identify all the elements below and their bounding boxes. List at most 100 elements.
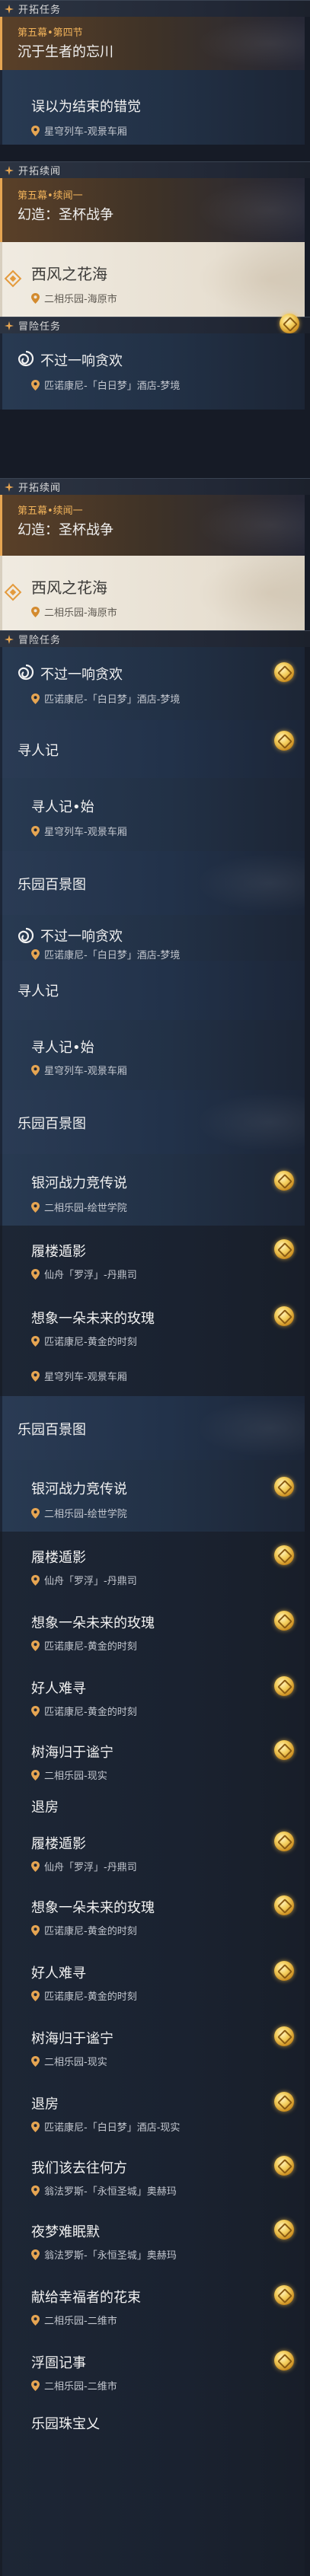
quest-title: 退房	[31, 1800, 59, 1816]
location-text: 二相乐园-绘世学院	[44, 1203, 127, 1214]
quest-group-seeker[interactable]: 寻人记	[0, 720, 305, 778]
location-text: 星穹列车-观景车厢	[44, 827, 127, 838]
quest-row-building[interactable]: 履楼遁影 仙舟「罗浮」-丹鼎司	[0, 1226, 305, 1293]
quest-row-checkout[interactable]: 退房	[0, 1789, 305, 1819]
section-adventure-mission: 冒险任务	[0, 630, 310, 647]
location-text: 匹诺康尼-「白日梦」酒店-现实	[44, 2122, 181, 2134]
trailblaze-star-icon	[5, 482, 14, 492]
quest-row-rose[interactable]: 想象一朵未来的玫瑰 匹诺康尼-黄金的时刻	[0, 1597, 305, 1663]
location-pin-icon	[31, 292, 40, 304]
quest-location: 仙舟「罗浮」-丹鼎司	[31, 1859, 137, 1873]
swirl-quest-icon	[18, 350, 34, 367]
reward-coin-icon	[274, 1961, 294, 1981]
quest-group-paradise[interactable]: 乐园百景图	[0, 1396, 305, 1460]
quest-title: 履楼遁影	[31, 1244, 86, 1260]
section-label: 冒险任务	[18, 635, 62, 646]
quest-row-continuance1[interactable]: 第五幕•续闻一 幻造：圣杯战争	[0, 178, 305, 242]
quest-row-west-wind[interactable]: 西风之花海 二相乐园-海原市	[0, 242, 305, 317]
location-text: 二相乐园-海原市	[44, 294, 117, 305]
quest-row-tree-sea[interactable]: 树海归于谧宁 二相乐园-现实	[0, 1728, 305, 1789]
location-pin-icon	[31, 1064, 40, 1076]
quest-row-seeker-begin[interactable]: 星穹列车-观景车厢	[0, 1358, 305, 1396]
reward-coin-icon	[274, 2351, 294, 2370]
location-pin-icon	[31, 1924, 40, 1936]
reward-coin-icon	[274, 731, 294, 751]
quest-row-act5[interactable]: 第五幕•第四节 沉于生者的忘川	[0, 17, 305, 70]
quest-location: 二相乐园-二维市	[31, 2378, 117, 2393]
reward-coin-icon	[274, 1306, 294, 1326]
quest-location: 匹诺康尼-「白日梦」酒店-梦境	[31, 691, 180, 706]
quest-location: 二相乐园-二维市	[31, 2313, 117, 2327]
quest-row-good-person[interactable]: 好人难寻 匹诺康尼-黄金的时刻	[0, 1947, 305, 2013]
quest-location: 二相乐园-海原市	[31, 604, 117, 619]
location-pin-icon	[31, 1705, 40, 1717]
quest-location: 星穹列车-观景车厢	[31, 1369, 127, 1383]
quest-row-not-fun[interactable]: 不过一响贪欢 匹诺康尼-「白日梦」酒店-梦境	[0, 333, 305, 410]
location-pin-icon	[31, 1268, 40, 1280]
adventure-star-icon	[5, 320, 14, 330]
quest-row-checkout[interactable]: 退房 匹诺康尼-「白日梦」酒店-现实	[0, 2078, 305, 2144]
tracking-diamond-icon	[4, 583, 22, 601]
location-text: 匹诺康尼-黄金的时刻	[44, 1337, 137, 1348]
location-text: 匹诺康尼-黄金的时刻	[44, 1641, 137, 1653]
quest-row-building[interactable]: 履楼遁影 仙舟「罗浮」-丹鼎司	[0, 1819, 305, 1882]
reward-coin-icon	[274, 1676, 294, 1696]
quest-row-good-person[interactable]: 好人难寻 匹诺康尼-黄金的时刻	[0, 1663, 305, 1728]
quest-row-not-fun[interactable]: 不过一响贪欢 匹诺康尼-「白日梦」酒店-梦境	[0, 915, 305, 961]
location-pin-icon	[31, 1769, 40, 1781]
quest-row-floating[interactable]: 浮圄记事 二相乐园-二维市	[0, 2337, 305, 2402]
adventure-star-icon	[5, 634, 14, 644]
quest-group-paradise[interactable]: 乐园百景图	[0, 851, 305, 915]
quest-group-title: 乐园百景图	[18, 877, 86, 893]
section-label: 开拓续闻	[18, 483, 62, 494]
quest-row-misperception[interactable]: 误以为结束的错觉 星穹列车-观景车厢	[0, 70, 305, 145]
quest-row-building[interactable]: 履楼遁影 仙舟「罗浮」-丹鼎司	[0, 1532, 305, 1597]
reward-coin-icon	[274, 1895, 294, 1915]
quest-row-where-go[interactable]: 我们该去往何方 翁法罗斯-「永恒圣城」奥赫玛	[0, 2144, 305, 2208]
quest-row-galaxy[interactable]: 银河战力竞传说 二相乐园-绘世学院	[0, 1460, 305, 1532]
trailblaze-star-icon	[5, 4, 14, 14]
quest-row-west-wind[interactable]: 西风之花海 二相乐园-海原市	[0, 556, 305, 630]
location-text: 翁法罗斯-「永恒圣城」奥赫玛	[44, 2250, 177, 2262]
quest-row-rose[interactable]: 想象一朵未来的玫瑰 匹诺康尼-黄金的时刻	[0, 1882, 305, 1947]
quest-title: 误以为结束的错觉	[31, 99, 141, 115]
quest-title: 退房	[31, 2096, 59, 2112]
quest-row-seeker-begin[interactable]: 寻人记•始 星穹列车-观景车厢	[0, 778, 305, 851]
reward-coin-icon	[274, 2092, 294, 2112]
section-label: 开拓续闻	[18, 166, 62, 177]
location-text: 二相乐园-现实	[44, 2057, 107, 2068]
location-text: 星穹列车-观景车厢	[44, 1066, 127, 1077]
quest-location: 二相乐园-绘世学院	[31, 1200, 127, 1214]
quest-location: 翁法罗斯-「永恒圣城」奥赫玛	[31, 2183, 177, 2198]
quest-group-paradise[interactable]: 乐园百景图	[0, 1090, 305, 1154]
quest-row-night-dream[interactable]: 夜梦难眠默 翁法罗斯-「永恒圣城」奥赫玛	[0, 2208, 305, 2272]
quest-group-seeker[interactable]: 寻人记	[0, 961, 305, 1020]
quest-location: 匹诺康尼-黄金的时刻	[31, 1704, 137, 1718]
quest-title: 沉于生者的忘川	[18, 44, 113, 60]
quest-row-not-fun[interactable]: 不过一响贪欢 匹诺康尼-「白日梦」酒店-梦境	[0, 647, 305, 720]
row-emblem	[190, 1090, 305, 1154]
quest-location: 二相乐园-现实	[31, 1768, 107, 1782]
quest-row-seeker-begin[interactable]: 寻人记•始 星穹列车-观景车厢	[0, 1020, 305, 1090]
quest-location: 匹诺康尼-「白日梦」酒店-梦境	[31, 947, 180, 961]
quest-title: 乐园珠宝乂	[31, 2416, 100, 2432]
location-text: 匹诺康尼-黄金的时刻	[44, 1991, 137, 2003]
location-text: 二相乐园-二维市	[44, 2316, 117, 2327]
location-pin-icon	[31, 125, 40, 136]
quest-row-rose[interactable]: 想象一朵未来的玫瑰 匹诺康尼-黄金的时刻	[0, 1293, 305, 1358]
quest-row-galaxy[interactable]: 银河战力竞传说 二相乐园-绘世学院	[0, 1154, 305, 1226]
location-pin-icon	[31, 2314, 40, 2326]
location-text: 二相乐园-二维市	[44, 2381, 117, 2393]
quest-row-continuance1[interactable]: 第五幕•续闻一 幻造：圣杯战争	[0, 495, 305, 556]
quest-row-partial[interactable]: 乐园珠宝乂	[0, 2402, 305, 2576]
location-pin-icon	[31, 2249, 40, 2260]
quest-row-tree-sea[interactable]: 树海归于谧宁 二相乐园-现实	[0, 2013, 305, 2078]
quest-title: 献给幸福者的花束	[31, 2290, 141, 2306]
reward-coin-icon	[274, 1611, 294, 1631]
quest-row-dedicate[interactable]: 献给幸福者的花束 二相乐园-二维市	[0, 2272, 305, 2337]
location-pin-icon	[31, 825, 40, 837]
section-label: 开拓任务	[18, 5, 62, 16]
quest-title: 履楼遁影	[31, 1550, 86, 1566]
quest-title: 好人难寻	[31, 1965, 86, 1981]
row-emblem	[190, 17, 305, 70]
